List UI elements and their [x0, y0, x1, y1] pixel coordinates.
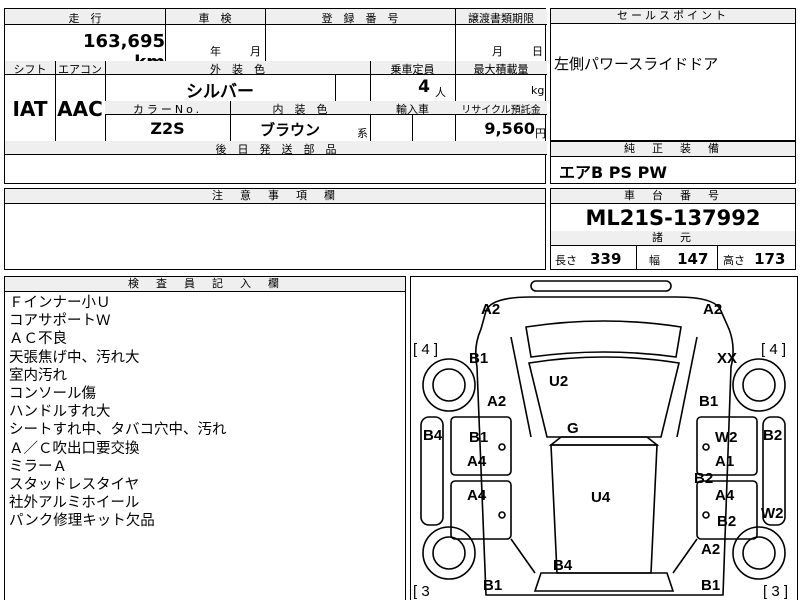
inspector-header: 検 査 員 記 入 欄 [5, 277, 405, 292]
main-info-block: 走 行 車 検 登 録 番 号 譲渡書類期限 163,695 km 年 月 月 … [4, 8, 547, 184]
damage-label: A4 [467, 487, 487, 504]
tire-label: [ 3 [413, 583, 430, 600]
inspector-lines: Ｆインナー小Ｕ コアサポートＷ ＡＣ不良 天張焦げ中、汚れ大 室内汚れ コンソー… [9, 294, 227, 531]
interior-suffix: 系 [357, 127, 368, 140]
inspector-block: 検 査 員 記 入 欄 Ｆインナー小Ｕ コアサポートＷ ＡＣ不良 天張焦げ中、汚… [4, 276, 406, 600]
damage-label: G [567, 420, 579, 437]
tire-label: [ 3 ] [763, 583, 789, 600]
equipment-block: 純 正 装 備 エアB PS PW [550, 141, 796, 184]
damage-label: B1 [469, 350, 489, 367]
color-no-header: カラーNo. [132, 103, 203, 116]
damage-label: B4 [423, 427, 443, 444]
transfer-deadline-header: 譲渡書類期限 [468, 12, 534, 25]
inspector-line: パンク修理キット欠品 [9, 513, 155, 530]
shift-header: シフト [13, 63, 47, 76]
chassis-number: ML21S-137992 [585, 206, 761, 230]
shift-value: IAT [12, 97, 48, 121]
interior-value: ブラウン [259, 121, 320, 139]
inspector-line: ＡＣ不良 [9, 331, 67, 348]
inspector-line: Ａ／Ｃ吹出口要交換 [9, 440, 140, 457]
inspector-line: スタッドレスタイヤ [9, 477, 140, 494]
car-diagram-block: A2 A2 [ 4 ] [ 4 ] B1 XX U2 A2 B1 B4 B2 B… [410, 276, 798, 600]
damage-label: A2 [703, 301, 723, 318]
inspector-line: 室内汚れ [9, 367, 67, 384]
notes-header: 注 意 事 項 欄 [5, 189, 545, 204]
inspector-line: シートすれ中、タバコ穴中、汚れ [9, 422, 227, 439]
ac-value: AAC [57, 97, 103, 121]
inspector-line: Ｆインナー小Ｕ [9, 295, 111, 311]
inspector-line: コンソール傷 [9, 386, 96, 403]
tire-label: [ 4 ] [413, 341, 439, 358]
height-spec: 高さ 173 [723, 250, 786, 268]
inspector-line: 天張焦げ中、汚れ大 [9, 349, 140, 366]
registration-header: 登 録 番 号 [321, 12, 399, 25]
damage-label: B2 [694, 470, 714, 487]
mileage-header: 走 行 [68, 12, 102, 25]
recycle-fee-value: 9,560 [484, 119, 535, 138]
damage-label: A2 [701, 541, 721, 558]
shaken-month-unit: 月 [250, 45, 261, 58]
max-load-header: 最大積載量 [473, 63, 529, 76]
damage-label: W2 [715, 429, 738, 446]
ac-header: エアコン [58, 63, 102, 76]
capacity-value: 4 [418, 77, 430, 97]
damage-label: B1 [483, 577, 503, 594]
damage-label: A2 [481, 301, 501, 318]
chassis-header: 車 台 番 号 [551, 189, 795, 204]
chassis-block: 車 台 番 号 ML21S-137992 諸 元 長さ 339 幅 147 高さ… [550, 188, 796, 270]
inspector-line: コアサポートＷ [9, 313, 111, 330]
interior-header: 内 装 色 [272, 103, 328, 116]
damage-label: A4 [467, 453, 487, 470]
capacity-header: 乗車定員 [390, 63, 435, 76]
capacity-unit: 人 [435, 86, 446, 99]
width-spec: 幅 147 [649, 250, 709, 268]
equipment-header: 純 正 装 備 [551, 142, 795, 157]
selling-point-block: セールスポイント 左側パワースライドドア [550, 8, 796, 141]
equipment-text: エアB PS PW [559, 163, 667, 182]
damage-label: W2 [761, 505, 784, 522]
load-unit: kg [531, 84, 545, 97]
damage-label: A4 [715, 487, 735, 504]
yen-unit: 円 [535, 127, 546, 140]
shaken-year-unit: 年 [210, 45, 221, 58]
notes-block: 注 意 事 項 欄 [4, 188, 546, 270]
selling-point-header: セールスポイント [551, 9, 795, 24]
damage-label: U2 [549, 373, 569, 390]
damage-label: B1 [469, 429, 489, 446]
shaken-header: 車 検 [198, 12, 232, 25]
damage-label: B2 [717, 513, 737, 530]
damage-label: B4 [553, 557, 573, 574]
inspector-line: ミラーＡ [9, 458, 67, 475]
damage-label: A2 [487, 393, 507, 410]
transfer-day-unit: 日 [532, 45, 543, 58]
damage-label: B2 [763, 427, 783, 444]
damage-label: XX [717, 350, 738, 367]
color-no-value: Z2S [150, 119, 185, 138]
selling-point-text: 左側パワースライドドア [554, 55, 719, 73]
damage-label: U4 [591, 489, 611, 506]
exterior-color-value: シルバー [186, 82, 254, 102]
specs-header: 諸 元 [551, 231, 795, 246]
tire-label: [ 4 ] [761, 341, 787, 358]
later-parts-header: 後 日 発 送 部 品 [215, 143, 337, 156]
transfer-month-unit: 月 [492, 45, 503, 58]
recycle-header: リサイクル預託金 [461, 105, 541, 116]
inspector-line: 社外アルミホイール [9, 495, 140, 512]
exterior-color-header: 外 装 色 [210, 63, 265, 76]
damage-label: B1 [699, 393, 719, 410]
inspector-line: ハンドルすれ大 [9, 404, 111, 421]
length-spec: 長さ 339 [555, 250, 622, 268]
damage-label: A1 [715, 453, 735, 470]
damage-label: B1 [701, 577, 721, 594]
